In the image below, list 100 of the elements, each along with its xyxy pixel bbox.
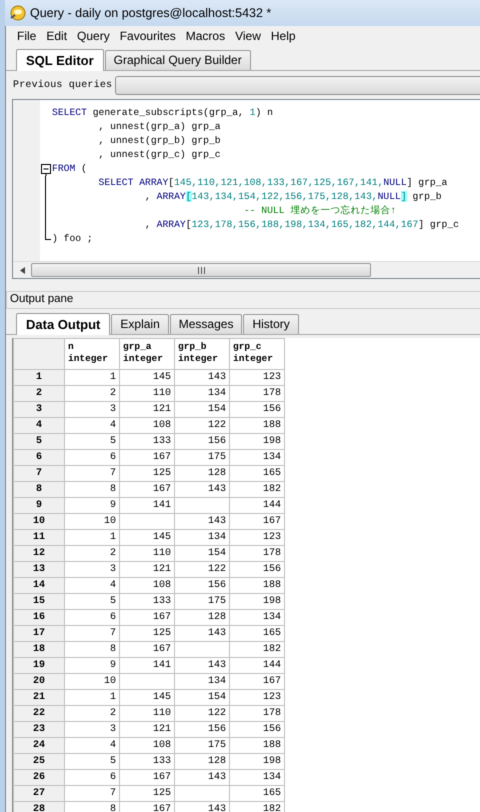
table-cell — [120, 514, 174, 530]
row-header[interactable]: 20 — [14, 674, 64, 690]
table-cell: 6 — [64, 450, 120, 466]
previous-queries-label: Previous queries — [13, 78, 112, 93]
column-header[interactable]: n integer — [64, 338, 120, 370]
table-cell: 3 — [64, 562, 120, 578]
row-header[interactable]: 1 — [14, 370, 64, 386]
row-header[interactable]: 12 — [14, 546, 64, 562]
fold-toggle-icon[interactable] — [41, 162, 51, 176]
table-cell: 121 — [120, 562, 174, 578]
table-cell: 110 — [120, 706, 174, 722]
table-cell: 144 — [230, 658, 284, 674]
table-cell: 165 — [230, 786, 284, 802]
app-icon — [9, 5, 26, 21]
row-header[interactable]: 6 — [14, 450, 64, 466]
menu-item[interactable]: File — [12, 28, 42, 44]
table-cell: 128 — [174, 466, 230, 482]
table-cell: 110 — [120, 386, 174, 402]
table-cell: 6 — [64, 770, 120, 786]
table-cell: 167 — [120, 642, 174, 658]
table-cell: 6 — [64, 610, 120, 626]
row-header[interactable]: 17 — [14, 626, 64, 642]
table-cell: 123 — [230, 370, 284, 386]
table-cell: 5 — [64, 754, 120, 770]
row-header[interactable]: 5 — [14, 434, 64, 450]
table-cell: 175 — [174, 738, 230, 754]
table-cell: 175 — [174, 594, 230, 610]
column-header[interactable]: grp_a integer — [120, 338, 174, 370]
table-cell: 154 — [174, 546, 230, 562]
column-header[interactable]: grp_c integer — [230, 338, 284, 370]
menu-item[interactable]: Macros — [180, 28, 230, 44]
table-cell: 5 — [64, 594, 120, 610]
row-header[interactable]: 11 — [14, 530, 64, 546]
table-cell: 143 — [174, 770, 230, 786]
pane-title: Output pane — [10, 292, 74, 308]
table-cell: 122 — [174, 418, 230, 434]
row-header[interactable]: 15 — [14, 594, 64, 610]
row-header[interactable]: 8 — [14, 482, 64, 498]
row-header[interactable]: 28 — [14, 802, 64, 812]
table-cell: 167 — [230, 514, 284, 530]
table-cell: 7 — [64, 626, 120, 642]
menu-item[interactable]: Edit — [41, 28, 72, 44]
table-cell: 134 — [174, 530, 230, 546]
column-header[interactable]: grp_b integer — [174, 338, 230, 370]
row-header[interactable]: 25 — [14, 754, 64, 770]
row-header[interactable]: 18 — [14, 642, 64, 658]
row-header[interactable]: 7 — [14, 466, 64, 482]
sql-editor[interactable] — [12, 99, 480, 279]
row-header[interactable]: 3 — [14, 402, 64, 418]
row-header[interactable]: 21 — [14, 690, 64, 706]
table-cell: 10 — [64, 674, 120, 690]
row-header[interactable]: 26 — [14, 770, 64, 786]
table-cell: 122 — [174, 562, 230, 578]
menu-item[interactable]: View — [230, 28, 266, 44]
previous-queries-dropdown[interactable] — [115, 76, 480, 95]
table-cell: 7 — [64, 466, 120, 482]
menu-item[interactable]: Query — [72, 28, 115, 44]
table-cell: 122 — [174, 706, 230, 722]
row-header[interactable]: 13 — [14, 562, 64, 578]
row-header[interactable]: 10 — [14, 514, 64, 530]
table-cell: 108 — [120, 418, 174, 434]
row-header[interactable]: 9 — [14, 498, 64, 514]
table-cell: 134 — [230, 770, 284, 786]
scrollbar-thumb[interactable] — [31, 263, 371, 277]
table-cell: 175 — [174, 450, 230, 466]
code-line: , ARRAY[123,178,156,188,198,134,165,182,144,167] grp_c — [144, 218, 459, 232]
menu-item[interactable]: Help — [266, 28, 301, 44]
row-header[interactable]: 23 — [14, 722, 64, 738]
table-cell: 9 — [64, 498, 120, 514]
row-header[interactable]: 22 — [14, 706, 64, 722]
table-cell: 178 — [230, 706, 284, 722]
code-line: ) foo ; — [52, 232, 94, 246]
table-cell: 134 — [174, 386, 230, 402]
table-cell: 134 — [230, 450, 284, 466]
table-cell: 167 — [120, 450, 174, 466]
row-header[interactable]: 2 — [14, 386, 64, 402]
table-cell: 156 — [230, 402, 284, 418]
table-cell: 198 — [230, 594, 284, 610]
table-cell: 156 — [174, 434, 230, 450]
table-cell: 108 — [120, 578, 174, 594]
tab[interactable]: Explain — [111, 314, 169, 334]
row-header[interactable]: 27 — [14, 786, 64, 802]
row-header[interactable]: 24 — [14, 738, 64, 754]
tab[interactable]: SQL Editor — [16, 49, 104, 71]
corner-cell — [14, 338, 64, 370]
row-header[interactable]: 4 — [14, 418, 64, 434]
table-cell: 5 — [64, 434, 120, 450]
row-header[interactable]: 16 — [14, 610, 64, 626]
row-header[interactable]: 19 — [14, 658, 64, 674]
tab[interactable]: History — [243, 314, 299, 334]
tab[interactable]: Data Output — [16, 313, 110, 335]
table-cell: 9 — [64, 658, 120, 674]
row-header[interactable]: 14 — [14, 578, 64, 594]
table-cell: 125 — [120, 786, 174, 802]
tab[interactable]: Messages — [170, 314, 242, 334]
table-cell: 154 — [174, 690, 230, 706]
tab[interactable]: Graphical Query Builder — [104, 50, 251, 70]
code-line: SELECT ARRAY[145,110,121,108,133,167,125,167,141,NULL] grp_a — [98, 176, 448, 190]
table-cell: 145 — [120, 690, 174, 706]
menu-item[interactable]: Favourites — [114, 28, 181, 44]
